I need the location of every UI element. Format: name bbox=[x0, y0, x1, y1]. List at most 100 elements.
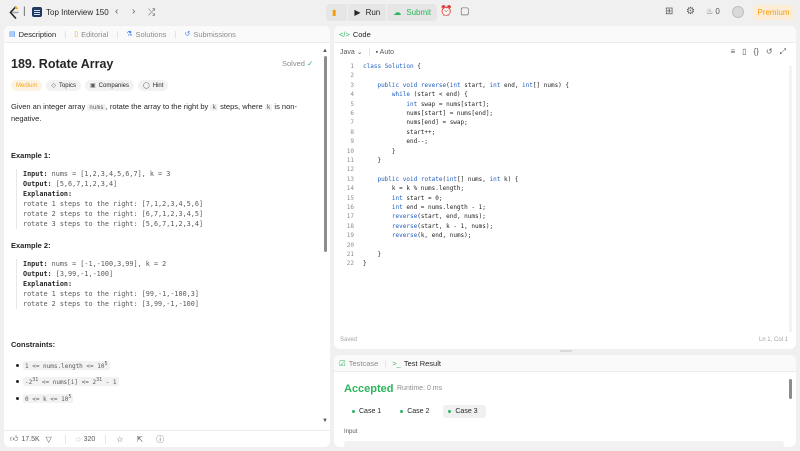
editor-scrollbar[interactable] bbox=[789, 66, 792, 332]
shuffle-icon[interactable]: ⤮ bbox=[148, 7, 155, 17]
editor-tools: ≡ ▯ {} ↺ ⤢ bbox=[723, 47, 786, 57]
difficulty-badge[interactable]: Medium bbox=[11, 80, 43, 91]
streak-counter[interactable]: ♨ 0 bbox=[706, 7, 720, 16]
code-line: while (start < end) { bbox=[391, 91, 468, 99]
format-icon[interactable]: ≡ bbox=[730, 47, 735, 57]
case-tabs: Case 1 Case 2 Case 3 bbox=[347, 405, 492, 418]
star-icon: ☆ bbox=[116, 434, 124, 444]
scroll-down-icon[interactable]: ▼ bbox=[322, 418, 328, 424]
case-label: Case 3 bbox=[455, 408, 478, 415]
line-number: 5 bbox=[350, 100, 354, 108]
lock-icon: ▣ bbox=[89, 83, 96, 89]
case-tab[interactable]: Case 2 bbox=[395, 405, 437, 418]
code-line: int swap = nums[start]; bbox=[406, 100, 490, 108]
desc-text: , rotate the array to the right by bbox=[105, 102, 211, 111]
tag-icon: ◇ bbox=[51, 83, 56, 89]
reset-icon[interactable]: ↺ bbox=[766, 47, 773, 57]
input-label: Input: bbox=[23, 260, 48, 268]
code-line: int start = 0; bbox=[391, 194, 443, 202]
tab-description[interactable]: ▤ Description bbox=[9, 30, 56, 39]
tab-solutions[interactable]: ⚗ Solutions bbox=[126, 30, 166, 39]
explanation-line: rotate 1 steps to the right: [99,-1,-100… bbox=[23, 290, 199, 298]
code-panel: </> Code Java ⌄ ▪ Auto ≡ ▯ {} ↺ ⤢ 1 class … bbox=[334, 26, 796, 349]
tab-label: Submissions bbox=[193, 29, 236, 39]
dislike-button[interactable]: ▽ bbox=[46, 435, 55, 444]
line-number: 3 bbox=[350, 81, 354, 89]
tab-label: Editorial bbox=[81, 29, 109, 39]
chevron-right-icon[interactable]: › bbox=[132, 7, 135, 17]
line-number: 12 bbox=[346, 166, 354, 174]
tab-submissions[interactable]: ↺ Submissions bbox=[184, 30, 235, 39]
favorite-button[interactable]: ☆ bbox=[116, 435, 126, 444]
braces-icon[interactable]: {} bbox=[754, 47, 759, 57]
constraint-code: -231 <= nums[i] <= 231 - 1 bbox=[23, 377, 119, 386]
note-icon[interactable]: ▢ bbox=[460, 7, 469, 17]
submit-button[interactable]: ☁ Submit bbox=[387, 4, 437, 21]
leetcode-logo-icon[interactable] bbox=[8, 6, 20, 19]
example-input: Input: nums = [-1,-100,3,99], k = 2 bbox=[23, 259, 199, 269]
problem-list-title[interactable]: Top Interview 150 bbox=[46, 8, 109, 17]
line-number: 11 bbox=[346, 157, 354, 164]
bookmark-icon[interactable]: ▯ bbox=[742, 47, 746, 57]
hint-tag[interactable]: ◯ Hint bbox=[138, 80, 169, 91]
example-2-block: Input: nums = [-1,-100,3,99], k = 2 Outp… bbox=[16, 259, 199, 309]
language-select[interactable]: Java ⌄ bbox=[340, 48, 363, 56]
chevron-left-icon[interactable]: ‹ bbox=[115, 7, 118, 17]
layout-icon[interactable]: ⊞ bbox=[665, 6, 673, 17]
result-scrollbar[interactable] bbox=[789, 379, 792, 399]
explanation-line: rotate 2 steps to the right: [6,7,1,2,3,… bbox=[23, 210, 204, 218]
example-explanation: Explanation: bbox=[23, 189, 203, 199]
auto-mode[interactable]: ▪ Auto bbox=[376, 49, 394, 56]
bug-icon: ▮ bbox=[332, 8, 337, 17]
topics-tag[interactable]: ◇ Topics bbox=[46, 80, 81, 91]
line-number: 14 bbox=[346, 185, 354, 193]
comments-button[interactable]: ◌ 320 bbox=[76, 435, 95, 444]
alarm-icon[interactable]: ⏰ bbox=[440, 7, 452, 17]
case-tab[interactable]: Case 1 bbox=[347, 405, 389, 418]
code-line: } bbox=[363, 251, 382, 258]
constraint-code: 1 <= nums.length <= 105 bbox=[23, 361, 110, 370]
streak-count: 0 bbox=[715, 7, 720, 16]
code-editor[interactable]: 1 class Solution {2 3 public void reverse(… bbox=[334, 63, 796, 343]
history-icon: ↺ bbox=[184, 31, 191, 38]
bullet bbox=[16, 397, 19, 400]
divider bbox=[368, 48, 370, 56]
divider bbox=[64, 434, 66, 444]
tab-test-result[interactable]: >_ Test Result bbox=[392, 359, 441, 368]
constraint-code: 0 <= k <= 105 bbox=[23, 394, 74, 403]
gear-icon[interactable]: ⚙ bbox=[686, 6, 695, 17]
help-button[interactable]: ⓘ bbox=[156, 434, 167, 445]
input-label: Input bbox=[344, 429, 358, 435]
scrollbar-thumb[interactable] bbox=[324, 56, 327, 252]
check-circle-icon: ✓ bbox=[306, 59, 314, 68]
explanation-line: rotate 2 steps to the right: [3,99,-1,-1… bbox=[23, 300, 199, 308]
like-button[interactable]: 👍︎ 17.5K bbox=[10, 434, 40, 444]
input-box bbox=[344, 441, 784, 447]
divider: | bbox=[23, 6, 26, 17]
study-plan-icon[interactable] bbox=[32, 7, 42, 17]
code-line: start++; bbox=[363, 128, 436, 136]
debug-button[interactable]: ▮ bbox=[326, 4, 347, 21]
cursor-position: Ln 1, Col 1 bbox=[758, 337, 788, 343]
share-button[interactable]: ⇱ bbox=[136, 435, 146, 444]
description-tabs: ▤ Description | ▯ Editorial | ⚗ Solutions |… bbox=[4, 26, 330, 43]
scroll-up-icon[interactable]: ▲ bbox=[322, 48, 328, 54]
output-value: [3,99,-1,-100] bbox=[51, 270, 114, 278]
tab-testcase[interactable]: ☑ Testcase bbox=[339, 359, 378, 368]
line-number: 18 bbox=[346, 222, 354, 230]
play-icon: ▶ bbox=[354, 8, 361, 17]
chevron-down-icon: ⌄ bbox=[356, 49, 363, 56]
book-icon: ▯ bbox=[74, 31, 79, 38]
constraint-item: -231 <= nums[i] <= 231 - 1 bbox=[16, 377, 119, 386]
input-value: nums = [1,2,3,4,5,6,7], k = 3 bbox=[47, 170, 171, 178]
code-line: reverse(start, k - 1, nums); bbox=[391, 222, 494, 230]
companies-tag[interactable]: ▣ Companies bbox=[84, 80, 135, 91]
case-tab[interactable]: Case 3 bbox=[443, 405, 486, 418]
premium-button[interactable]: Premium bbox=[753, 5, 794, 20]
tab-editorial[interactable]: ▯ Editorial bbox=[74, 30, 108, 39]
run-button[interactable]: ▶ Run bbox=[348, 4, 386, 21]
avatar[interactable] bbox=[732, 6, 744, 18]
panel-resize-handle[interactable] bbox=[560, 350, 572, 352]
fullscreen-icon[interactable]: ⤢ bbox=[780, 47, 786, 57]
divider: | bbox=[116, 29, 119, 39]
